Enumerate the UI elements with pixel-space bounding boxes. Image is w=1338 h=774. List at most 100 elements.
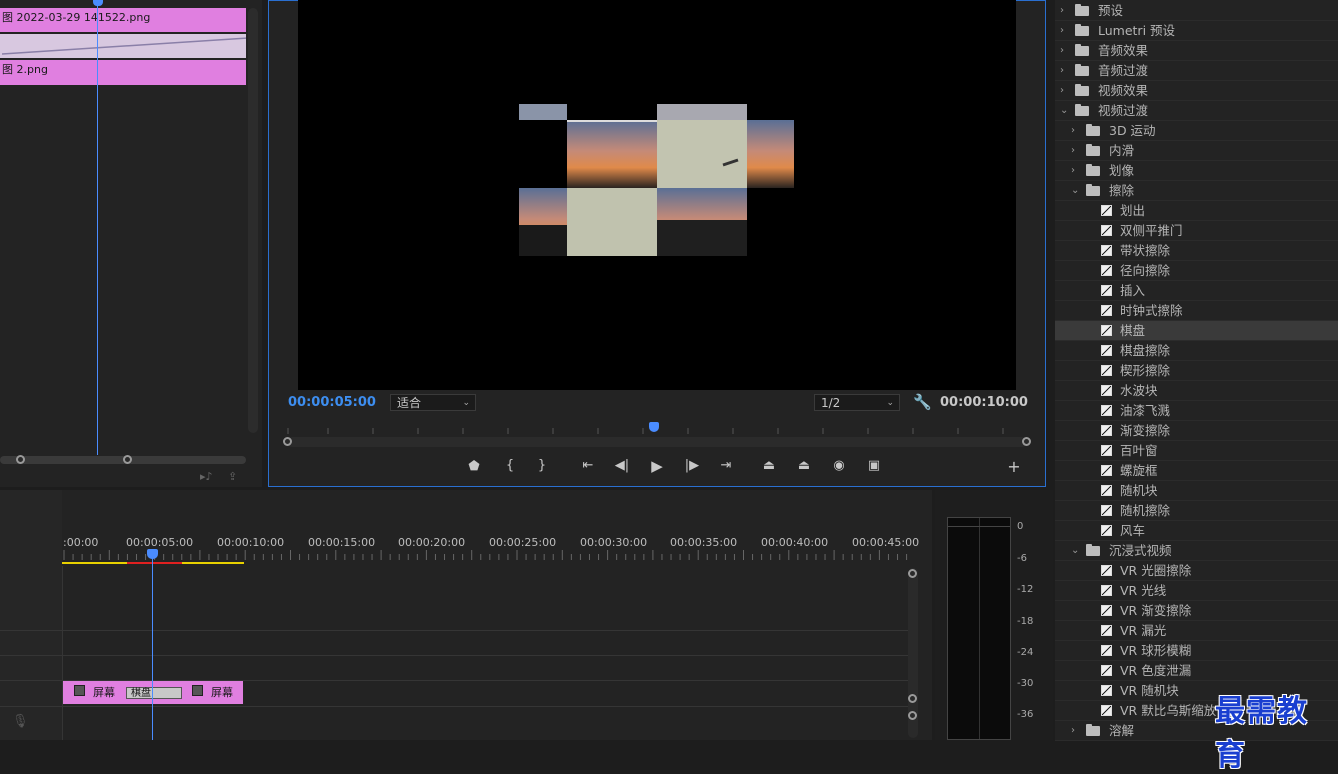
track-headers (0, 490, 62, 740)
effect-folder[interactable]: ⌄ 视频过渡 (1055, 101, 1338, 121)
chevron-right-icon[interactable]: › (1060, 21, 1064, 41)
chevron-right-icon[interactable]: › (1060, 1, 1064, 21)
monitor-scroll-start[interactable] (283, 437, 292, 446)
effect-item[interactable]: VR 光线 (1055, 581, 1338, 601)
effect-item[interactable]: 径向擦除 (1055, 261, 1338, 281)
effect-folder[interactable]: › 3D 运动 (1055, 121, 1338, 141)
effect-folder[interactable]: › 音频过渡 (1055, 61, 1338, 81)
chevron-down-icon[interactable]: ⌄ (1071, 181, 1079, 201)
wrench-icon[interactable]: 🔧 (913, 393, 932, 411)
step-forward-icon[interactable]: |▶ (682, 458, 702, 473)
effect-folder[interactable]: › 视频效果 (1055, 81, 1338, 101)
timeline-vertical-scrollbar[interactable] (908, 568, 918, 738)
effect-item[interactable]: 插入 (1055, 281, 1338, 301)
db-label: 0 (1017, 521, 1024, 532)
resolution-dropdown[interactable]: 1/2 ⌄ (814, 394, 900, 411)
effect-item[interactable]: VR 色度泄漏 (1055, 661, 1338, 681)
effect-label: 渐变擦除 (1120, 423, 1171, 438)
effect-item[interactable]: 风车 (1055, 521, 1338, 541)
mark-in-icon[interactable]: { (500, 458, 520, 473)
effect-item[interactable]: 时钟式擦除 (1055, 301, 1338, 321)
fit-dropdown[interactable]: 适合 ⌄ (390, 394, 476, 411)
effect-item[interactable]: 棋盘擦除 (1055, 341, 1338, 361)
vscroll-mid-knob[interactable] (908, 694, 917, 703)
monitor-playhead[interactable] (649, 422, 659, 432)
effect-label: 径向擦除 (1120, 263, 1171, 278)
audio-track-icon[interactable]: ▸♪ (200, 470, 213, 483)
lift-icon[interactable]: ⏏ (759, 458, 779, 473)
go-to-in-icon[interactable]: ⇤ (578, 458, 598, 473)
effect-item[interactable]: 渐变擦除 (1055, 421, 1338, 441)
effect-item[interactable]: 双侧平推门 (1055, 221, 1338, 241)
step-back-icon[interactable]: ◀| (612, 458, 632, 473)
export-icon[interactable]: ⇪ (228, 470, 237, 483)
source-playhead-handle[interactable] (93, 0, 103, 6)
effect-label: 沉浸式视频 (1109, 543, 1172, 558)
chevron-right-icon[interactable]: › (1071, 721, 1075, 741)
extract-icon[interactable]: ⏏ (794, 458, 814, 473)
effect-folder[interactable]: ⌄ 擦除 (1055, 181, 1338, 201)
source-playhead[interactable] (97, 0, 98, 455)
effect-item[interactable]: 油漆飞溅 (1055, 401, 1338, 421)
effect-folder[interactable]: › 预设 (1055, 1, 1338, 21)
effect-item[interactable]: 螺旋框 (1055, 461, 1338, 481)
source-horizontal-scrollbar[interactable] (0, 455, 246, 464)
effect-label: 擦除 (1109, 183, 1135, 198)
timeline-ruler[interactable] (62, 548, 908, 566)
timeline-playhead[interactable] (152, 552, 153, 740)
vscroll-top-knob[interactable] (908, 569, 917, 578)
chevron-right-icon[interactable]: › (1071, 161, 1075, 181)
chevron-right-icon[interactable]: › (1071, 141, 1075, 161)
effect-item[interactable]: 水波块 (1055, 381, 1338, 401)
chevron-down-icon[interactable]: ⌄ (1071, 541, 1079, 561)
play-icon[interactable]: ▶ (647, 457, 667, 475)
chevron-right-icon[interactable]: › (1060, 81, 1064, 101)
effect-item[interactable]: 划出 (1055, 201, 1338, 221)
camera-icon[interactable]: ◉ (829, 458, 849, 473)
chevron-down-icon[interactable]: ⌄ (1060, 101, 1068, 121)
mark-out-icon[interactable]: } (532, 458, 552, 473)
microphone-icon[interactable]: 🎙 (12, 714, 29, 729)
marker-icon[interactable]: ⬟ (464, 459, 484, 474)
audio-meter-bar (947, 517, 1011, 740)
monitor-scroll-end[interactable] (1022, 437, 1031, 446)
clip-keyframe-track[interactable] (0, 34, 246, 58)
monitor-scrollbar[interactable] (283, 437, 1031, 447)
chevron-right-icon[interactable]: › (1071, 121, 1075, 141)
compare-icon[interactable]: ▣ (864, 458, 884, 473)
effect-item[interactable]: VR 光圈擦除 (1055, 561, 1338, 581)
chevron-right-icon[interactable]: › (1060, 41, 1064, 61)
effect-item[interactable]: 随机块 (1055, 481, 1338, 501)
clip-image-2[interactable]: 图 2.png (0, 60, 246, 85)
clip-image-1[interactable]: 图 2022-03-29 141522.png (0, 8, 246, 32)
effect-folder[interactable]: › 音频效果 (1055, 41, 1338, 61)
scroll-right-knob[interactable] (123, 455, 132, 464)
chevron-down-icon: ⌄ (886, 398, 894, 408)
effect-label: Lumetri 预设 (1098, 23, 1176, 38)
effect-folder[interactable]: › 内滑 (1055, 141, 1338, 161)
effect-label: VR 色度泄漏 (1120, 663, 1192, 678)
add-icon[interactable]: + (1004, 457, 1024, 476)
effect-item[interactable]: 棋盘 (1055, 321, 1338, 341)
chevron-right-icon[interactable]: › (1060, 61, 1064, 81)
transition-icon (1101, 485, 1112, 496)
current-timecode[interactable]: 00:00:05:00 (288, 395, 376, 410)
clip-b-label: 屏幕 (211, 686, 233, 699)
transition-checkerboard[interactable]: 棋盘 (126, 687, 182, 699)
effect-folder[interactable]: ⌄ 沉浸式视频 (1055, 541, 1338, 561)
source-vertical-scrollbar[interactable] (248, 8, 258, 433)
effect-folder[interactable]: › Lumetri 预设 (1055, 21, 1338, 41)
effect-label: 螺旋框 (1120, 463, 1158, 478)
effect-item[interactable]: VR 球形模糊 (1055, 641, 1338, 661)
effect-item[interactable]: VR 渐变擦除 (1055, 601, 1338, 621)
effect-folder[interactable]: › 划像 (1055, 161, 1338, 181)
go-to-out-icon[interactable]: ⇥ (716, 458, 736, 473)
effect-item[interactable]: 百叶窗 (1055, 441, 1338, 461)
effect-item[interactable]: VR 漏光 (1055, 621, 1338, 641)
effect-item[interactable]: 楔形擦除 (1055, 361, 1338, 381)
scroll-left-knob[interactable] (16, 455, 25, 464)
vscroll-bottom-knob[interactable] (908, 711, 917, 720)
effect-item[interactable]: 随机擦除 (1055, 501, 1338, 521)
transition-icon (1101, 205, 1112, 216)
effect-item[interactable]: 带状擦除 (1055, 241, 1338, 261)
